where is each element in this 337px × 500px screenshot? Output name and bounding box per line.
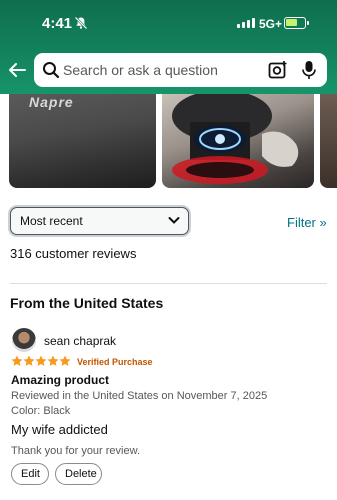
delete-button[interactable]: Delete <box>55 463 102 485</box>
brand-logo: Napre <box>29 94 74 110</box>
review-title: Amazing product <box>11 373 109 387</box>
section-title: From the United States <box>10 295 164 311</box>
chevron-down-icon <box>168 217 180 224</box>
edit-button[interactable]: Edit <box>11 463 49 485</box>
review-image-carousel[interactable]: Napre <box>0 94 337 190</box>
review-count: 316 customer reviews <box>10 246 137 261</box>
search-icon <box>43 62 60 79</box>
product-photo <box>172 94 299 184</box>
back-arrow-icon[interactable] <box>8 62 26 78</box>
signal-icon <box>237 18 255 28</box>
mic-icon[interactable] <box>302 60 316 80</box>
network-label: 5G+ <box>259 17 283 31</box>
sort-selected-label: Most recent <box>20 214 83 228</box>
status-time: 4:41 <box>42 15 73 32</box>
filter-link[interactable]: Filter » <box>287 215 327 230</box>
star-rating <box>11 355 71 367</box>
star-icon <box>47 355 59 366</box>
reviewer-name[interactable]: sean chaprak <box>44 334 116 348</box>
search-input[interactable]: Search or ask a question <box>34 53 327 87</box>
star-icon <box>35 355 47 366</box>
camera-icon[interactable] <box>268 60 288 80</box>
review-body: My wife addicted <box>11 422 108 437</box>
bell-slash-icon <box>74 16 88 30</box>
thank-you-note: Thank you for your review. <box>11 445 141 457</box>
verified-purchase-badge: Verified Purchase <box>77 357 153 367</box>
battery-icon <box>284 17 309 29</box>
review-image-thumbnail[interactable]: Napre <box>9 94 156 188</box>
review-date: Reviewed in the United States on Novembe… <box>11 390 268 402</box>
review-variant: Color: Black <box>11 405 71 417</box>
star-icon <box>59 355 71 366</box>
review-image-thumbnail[interactable] <box>162 94 314 188</box>
search-placeholder: Search or ask a question <box>63 62 218 78</box>
avatar[interactable] <box>12 328 36 352</box>
star-icon <box>11 355 23 366</box>
sort-dropdown[interactable]: Most recent <box>10 207 189 235</box>
star-icon <box>23 355 35 366</box>
review-image-thumbnail[interactable] <box>320 94 337 188</box>
divider <box>10 283 327 284</box>
app-header: 4:41 5G+ Search or ask a question <box>0 0 337 94</box>
